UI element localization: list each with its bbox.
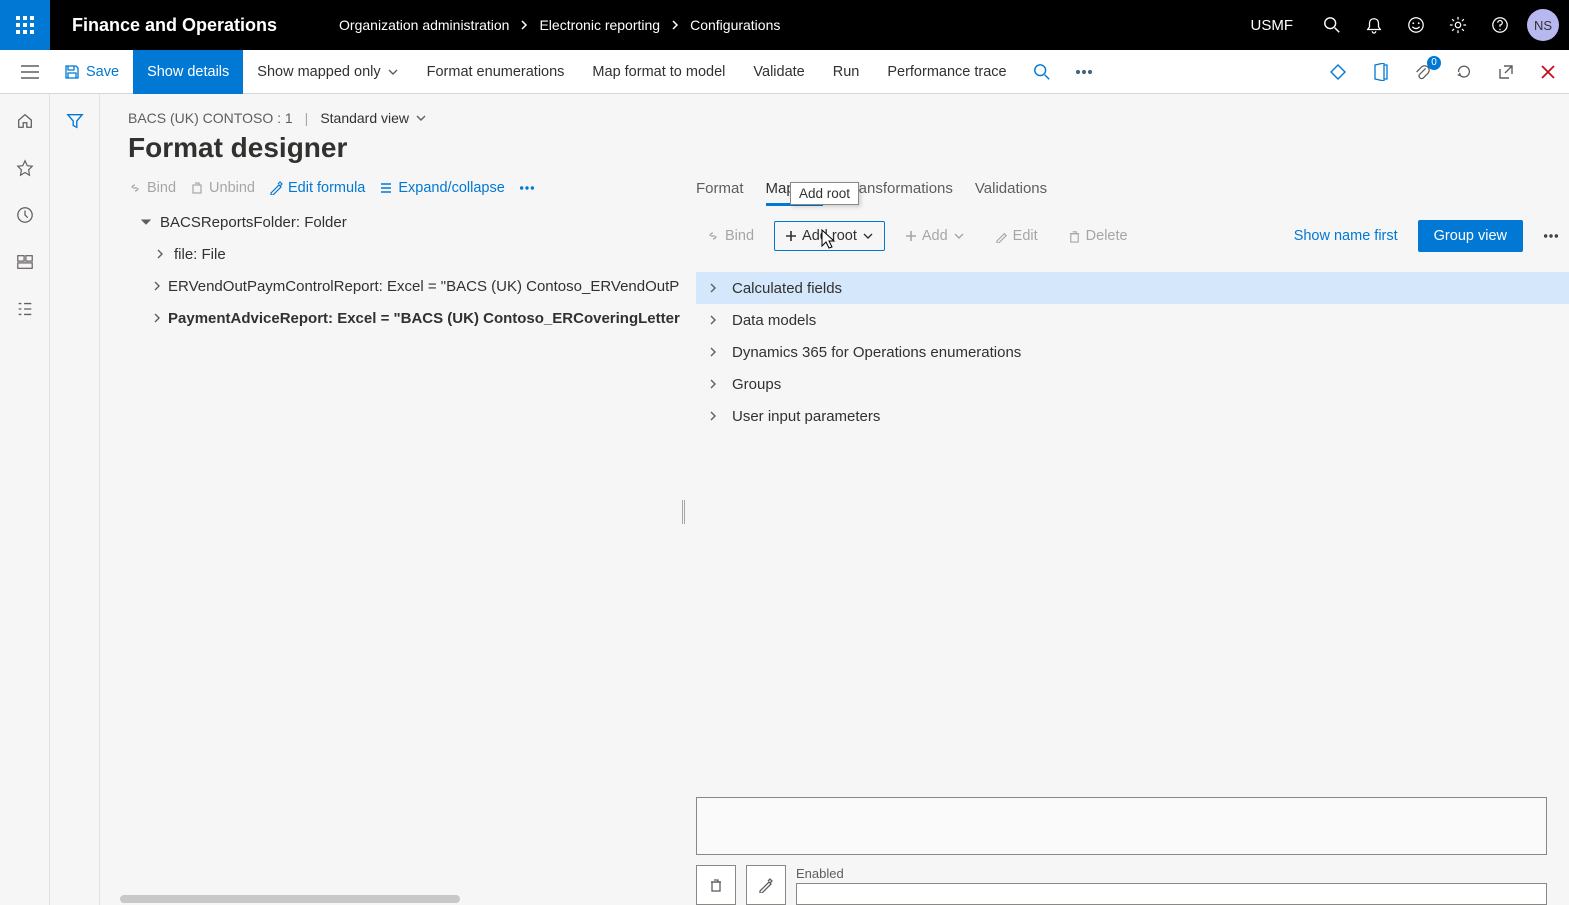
breadcrumb-item[interactable]: Organization administration [339, 17, 509, 33]
smiley-icon[interactable] [1395, 0, 1437, 50]
group-view-button[interactable]: Group view [1418, 220, 1523, 252]
tooltip: Add root [790, 182, 859, 205]
tree-row[interactable]: PaymentAdviceReport: Excel = "BACS (UK) … [128, 302, 676, 334]
format-tree: BACSReportsFolder: Folder file: File ERV… [128, 206, 676, 334]
list-item[interactable]: Calculated fields [696, 272, 1569, 304]
expand-collapse-button[interactable]: Expand/collapse [379, 180, 504, 196]
workspace-icon[interactable] [16, 253, 34, 274]
tree-row[interactable]: BACSReportsFolder: Folder [128, 206, 676, 238]
app-title: Finance and Operations [50, 15, 299, 36]
delete-expression-button[interactable] [696, 865, 736, 905]
run-button[interactable]: Run [819, 50, 874, 94]
company-code[interactable]: USMF [1233, 17, 1312, 34]
edit-expression-button[interactable] [746, 865, 786, 905]
modules-icon[interactable] [16, 300, 34, 321]
expression-input[interactable] [696, 797, 1547, 855]
enabled-input[interactable] [796, 883, 1547, 905]
breadcrumb: Organization administration Electronic r… [339, 17, 780, 33]
filter-column [50, 94, 100, 905]
show-details-button[interactable]: Show details [133, 50, 243, 94]
collapse-icon[interactable] [138, 214, 154, 230]
bind-button: Bind [128, 180, 176, 196]
search-icon[interactable] [1311, 0, 1353, 50]
expand-icon[interactable] [706, 377, 720, 391]
mapping-pane: Format Mapping Transformations Validatio… [680, 180, 1569, 905]
format-tree-pane: Bind Unbind Edit formula Expand/collapse… [128, 180, 680, 905]
top-bar: Finance and Operations Organization admi… [0, 0, 1569, 50]
performance-trace-button[interactable]: Performance trace [873, 50, 1020, 94]
splitter-handle[interactable] [680, 500, 686, 524]
tree-row[interactable]: ERVendOutPaymControlReport: Excel = "BAC… [128, 270, 676, 302]
list-item[interactable]: Data models [696, 304, 1569, 336]
expand-icon[interactable] [706, 409, 720, 423]
edit-button: Edit [985, 222, 1048, 250]
tab-format[interactable]: Format [696, 180, 744, 206]
cursor-icon [818, 228, 838, 256]
popout-icon[interactable] [1485, 50, 1527, 94]
delete-button: Delete [1058, 222, 1138, 250]
unbind-button: Unbind [190, 180, 255, 196]
show-name-first-button[interactable]: Show name first [1284, 222, 1408, 250]
context-label: BACS (UK) CONTOSO : 1 [128, 110, 293, 126]
refresh-icon[interactable] [1443, 50, 1485, 94]
office-icon[interactable] [1359, 50, 1401, 94]
expand-icon[interactable] [706, 345, 720, 359]
horizontal-scrollbar[interactable] [100, 895, 500, 905]
edit-formula-button[interactable]: Edit formula [269, 180, 365, 196]
page-title: Format designer [128, 132, 1569, 164]
expand-icon[interactable] [706, 281, 720, 295]
action-bar: Save Show details Show mapped only Forma… [0, 50, 1569, 94]
chevron-right-icon [670, 17, 680, 33]
search-action-icon[interactable] [1021, 50, 1063, 94]
expand-icon[interactable] [152, 310, 162, 326]
star-icon[interactable] [16, 159, 34, 180]
save-button[interactable]: Save [50, 50, 133, 94]
show-mapped-only-button[interactable]: Show mapped only [243, 50, 412, 94]
more-icon[interactable] [1533, 227, 1569, 245]
left-rail [0, 94, 50, 905]
data-source-list: Calculated fields Data models Dynamics 3… [696, 272, 1569, 432]
save-label: Save [86, 64, 119, 80]
expand-icon[interactable] [152, 278, 162, 294]
bell-icon[interactable] [1353, 0, 1395, 50]
waffle-icon[interactable] [0, 0, 50, 50]
tab-transformations[interactable]: Transformations [845, 180, 953, 206]
clock-icon[interactable] [16, 206, 34, 227]
breadcrumb-item[interactable]: Electronic reporting [539, 17, 660, 33]
gear-icon[interactable] [1437, 0, 1479, 50]
bind-button: Bind [696, 222, 764, 250]
list-item[interactable]: Dynamics 365 for Operations enumerations [696, 336, 1569, 368]
home-icon[interactable] [16, 112, 34, 133]
attachments-count-badge: 0 [1427, 56, 1441, 70]
help-icon[interactable] [1479, 0, 1521, 50]
format-enumerations-button[interactable]: Format enumerations [413, 50, 579, 94]
list-item[interactable]: Groups [696, 368, 1569, 400]
expand-icon[interactable] [706, 313, 720, 327]
view-dropdown[interactable]: Standard view [320, 110, 427, 126]
filter-icon[interactable] [66, 112, 84, 905]
validate-button[interactable]: Validate [739, 50, 818, 94]
add-button: Add [895, 222, 975, 250]
map-format-button[interactable]: Map format to model [578, 50, 739, 94]
breadcrumb-item[interactable]: Configurations [690, 17, 780, 33]
diamond-icon[interactable] [1317, 50, 1359, 94]
enabled-label: Enabled [796, 866, 1547, 881]
avatar[interactable]: NS [1527, 9, 1559, 41]
attachments-icon[interactable]: 0 [1401, 50, 1443, 94]
menu-icon[interactable] [10, 50, 50, 94]
expand-icon[interactable] [152, 246, 168, 262]
separator: | [305, 110, 309, 126]
list-item[interactable]: User input parameters [696, 400, 1569, 432]
bottom-panel: Enabled [696, 797, 1547, 905]
chevron-right-icon [519, 17, 529, 33]
tab-validations[interactable]: Validations [975, 180, 1047, 206]
more-icon[interactable] [519, 185, 535, 191]
tree-row[interactable]: file: File [128, 238, 676, 270]
close-icon[interactable] [1527, 50, 1569, 94]
more-actions-icon[interactable] [1063, 50, 1105, 94]
content-area: BACS (UK) CONTOSO : 1 | Standard view Fo… [100, 94, 1569, 905]
